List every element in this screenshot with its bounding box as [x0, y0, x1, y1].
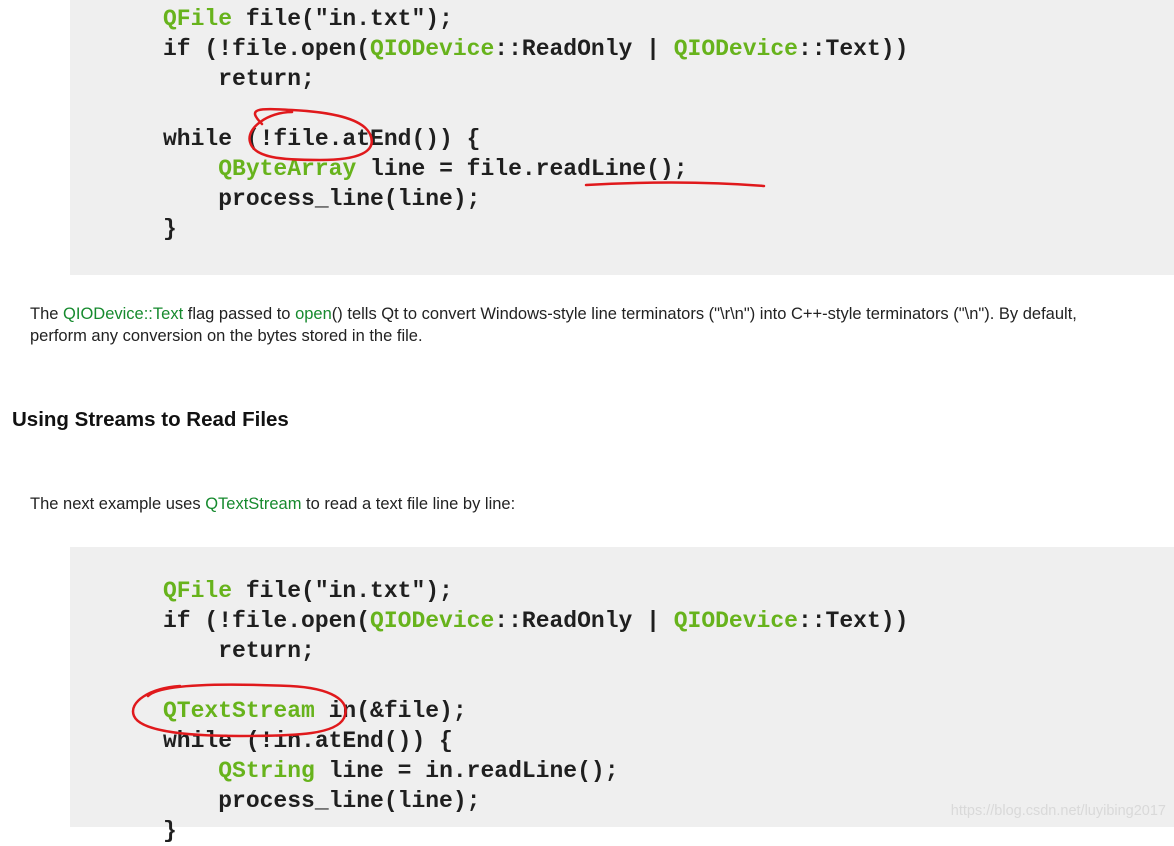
paragraph-line-1: The QIODevice::Text flag passed to open(… — [30, 305, 1077, 323]
paragraph-file-text-flag: The QIODevice::Text flag passed to open(… — [30, 303, 1077, 347]
qtextstream-link[interactable]: QTextStream — [205, 495, 301, 513]
code-line: if (!file.open(QIODevice::ReadOnly | QIO… — [163, 606, 908, 636]
code-text: if (!file.open( — [163, 608, 371, 634]
code-type-token: QFile — [163, 6, 233, 32]
code-text: ::Text)) — [797, 36, 909, 62]
code-text: file("in.txt"); — [232, 578, 453, 604]
code-type-token: QIODevice — [370, 36, 495, 62]
watermark: https://blog.csdn.net/luyibing2017 — [950, 803, 1166, 819]
code-text: in(&file); — [314, 698, 467, 724]
code-block-1-text: QFile file("in.txt"); if (!file.open(QIOD… — [163, 4, 908, 244]
code-line: process_line(line); — [163, 786, 908, 816]
code-text: return; — [163, 638, 315, 664]
code-text: return; — [163, 66, 315, 92]
code-type-token: QIODevice — [673, 36, 798, 62]
code-text: line = file.readLine(); — [356, 156, 688, 182]
code-type-token: QByteArray — [218, 156, 357, 182]
qiodevice-text-link[interactable]: QIODevice::Text — [63, 305, 183, 323]
code-type-token: QString — [218, 758, 315, 784]
code-block-2-text: QFile file("in.txt"); if (!file.open(QIOD… — [163, 576, 908, 846]
code-line: } — [163, 214, 908, 244]
code-type-token: QIODevice — [370, 608, 495, 634]
code-line: QTextStream in(&file); — [163, 696, 908, 726]
code-line: if (!file.open(QIODevice::ReadOnly | QIO… — [163, 34, 908, 64]
code-line: while (!in.atEnd()) { — [163, 726, 908, 756]
code-text: while (!in.atEnd()) { — [163, 728, 453, 754]
code-line: QFile file("in.txt"); — [163, 576, 908, 606]
code-text: line = in.readLine(); — [314, 758, 619, 784]
code-type-token: QFile — [163, 578, 233, 604]
code-type-token: QTextStream — [163, 698, 315, 724]
code-text: ::ReadOnly | — [494, 36, 674, 62]
open-link[interactable]: open — [295, 305, 332, 323]
code-line: QFile file("in.txt"); — [163, 4, 908, 34]
code-text: if (!file.open( — [163, 36, 371, 62]
code-line: return; — [163, 636, 908, 666]
code-text: ::ReadOnly | — [494, 608, 674, 634]
code-text: } — [163, 216, 177, 242]
code-line: process_line(line); — [163, 184, 908, 214]
code-text: } — [163, 818, 177, 844]
code-text: ::Text)) — [797, 608, 909, 634]
code-text: process_line(line); — [163, 788, 481, 814]
code-type-token: QIODevice — [673, 608, 798, 634]
code-line: } — [163, 816, 908, 846]
code-line: while (!file.atEnd()) { — [163, 124, 908, 154]
paragraph-qtextstream-intro: The next example uses QTextStream to rea… — [30, 495, 516, 513]
code-text: process_line(line); — [163, 186, 481, 212]
code-text: while (!file.atEnd()) { — [163, 126, 481, 152]
paragraph-line-2: perform any conversion on the bytes stor… — [30, 327, 423, 345]
code-line: QByteArray line = file.readLine(); — [163, 154, 908, 184]
code-line: return; — [163, 64, 908, 94]
section-heading: Using Streams to Read Files — [12, 408, 289, 431]
code-line: QString line = in.readLine(); — [163, 756, 908, 786]
code-text: file("in.txt"); — [232, 6, 453, 32]
